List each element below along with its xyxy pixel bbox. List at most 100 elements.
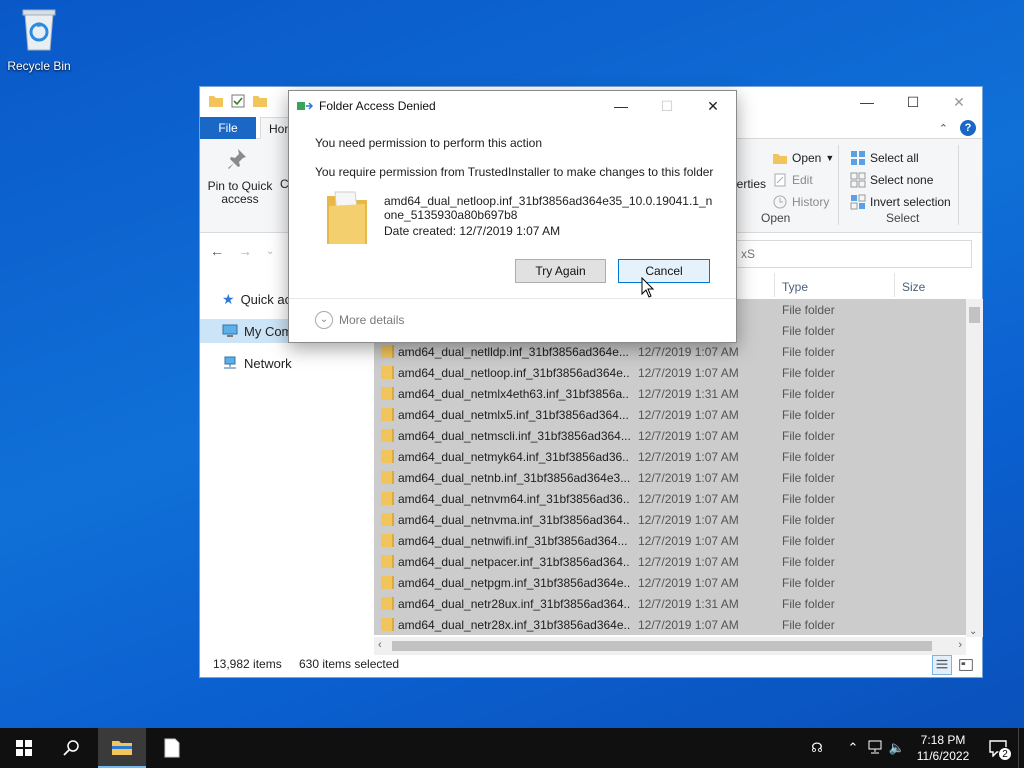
- status-bar: 13,982 items 630 items selected: [200, 653, 982, 677]
- table-row[interactable]: amd64_dual_netloop.inf_31bf3856ad364e...…: [374, 362, 966, 383]
- nav-item-network[interactable]: Network: [200, 351, 356, 375]
- pin-icon: [228, 149, 246, 169]
- show-hidden-icons-chevron-icon[interactable]: ⌃: [842, 740, 864, 756]
- search-icon: [63, 740, 79, 756]
- more-details-toggle[interactable]: ⌄ More details: [315, 311, 404, 329]
- collapse-ribbon-icon[interactable]: ⌃: [939, 122, 948, 135]
- taskbar-document[interactable]: [148, 728, 196, 768]
- nav-item-label: My Com: [244, 323, 293, 339]
- table-row[interactable]: amd64_dual_netnvm64.inf_31bf3856ad36... 1…: [374, 488, 966, 509]
- nav-item-label: Quick ac: [240, 291, 292, 307]
- row-type: File folder: [782, 429, 835, 443]
- search-button[interactable]: [48, 728, 96, 768]
- invert-selection-button[interactable]: Invert selection: [850, 191, 951, 213]
- row-name: amd64_dual_netmscli.inf_31bf3856ad364...: [398, 429, 630, 443]
- row-date: 12/7/2019 1:07 AM: [638, 345, 739, 359]
- notification-badge: 2: [998, 747, 1012, 761]
- people-icon[interactable]: ☊: [806, 740, 828, 756]
- row-name: amd64_dual_netmlx5.inf_31bf3856ad364...: [398, 408, 629, 422]
- clock-date: 11/6/2022: [916, 749, 970, 763]
- row-name: amd64_dual_netr28x.inf_31bf3856ad364e...: [398, 618, 630, 632]
- search-input[interactable]: xS: [736, 240, 972, 268]
- open-folder-icon: [773, 154, 787, 164]
- vertical-scrollbar[interactable]: ⌄: [966, 299, 983, 637]
- row-date: 12/7/2019 1:07 AM: [638, 471, 739, 485]
- help-icon[interactable]: ?: [960, 120, 976, 136]
- volume-icon[interactable]: 🔈: [886, 740, 908, 756]
- table-row[interactable]: amd64_dual_netnb.inf_31bf3856ad364e3... 1…: [374, 467, 966, 488]
- row-type: File folder: [782, 618, 835, 632]
- action-center-button[interactable]: 2: [978, 728, 1018, 768]
- table-row[interactable]: amd64_dual_netr28x.inf_31bf3856ad364e...…: [374, 614, 966, 635]
- open-group: Open ▼ Edit History: [772, 147, 834, 213]
- show-desktop-button[interactable]: [1018, 728, 1024, 768]
- taskbar-file-explorer[interactable]: [98, 728, 146, 768]
- row-date: 12/7/2019 1:07 AM: [638, 555, 739, 569]
- dialog-close-button[interactable]: ✕: [690, 91, 736, 121]
- row-date: 12/7/2019 1:07 AM: [638, 366, 739, 380]
- scroll-down-arrow-icon[interactable]: ⌄: [969, 626, 977, 637]
- edit-button[interactable]: Edit: [772, 169, 834, 191]
- row-type: File folder: [782, 387, 835, 401]
- scroll-left-arrow-icon[interactable]: ‹: [378, 639, 382, 651]
- try-again-button[interactable]: Try Again: [515, 259, 606, 283]
- chevron-down-icon: ⌄: [315, 311, 333, 329]
- table-row[interactable]: amd64_dual_netmscli.inf_31bf3856ad364...…: [374, 425, 966, 446]
- row-name: amd64_dual_netr28ux.inf_31bf3856ad364...: [398, 597, 630, 611]
- dialog-window-controls: — ☐ ✕: [598, 91, 736, 121]
- back-arrow-icon[interactable]: ←: [210, 243, 224, 261]
- tab-file[interactable]: File: [200, 117, 256, 139]
- more-details-label: More details: [339, 313, 405, 327]
- dialog-message-secondary: You require permission from TrustedInsta…: [315, 165, 714, 179]
- select-none-button[interactable]: Select none: [850, 169, 951, 191]
- select-group-label: Select: [886, 211, 920, 225]
- row-type: File folder: [782, 450, 835, 464]
- table-row[interactable]: amd64_dual_netpacer.inf_31bf3856ad364...…: [374, 551, 966, 572]
- dialog-separator: [289, 298, 736, 299]
- recycle-bin-shortcut[interactable]: Recycle Bin: [6, 6, 72, 73]
- details-view-icon[interactable]: [932, 655, 952, 675]
- table-row[interactable]: amd64_dual_netnwifi.inf_31bf3856ad364...…: [374, 530, 966, 551]
- selected-count: 630 items selected: [299, 657, 400, 671]
- select-none-label: Select none: [870, 173, 934, 187]
- scroll-right-arrow-icon[interactable]: ›: [958, 639, 962, 651]
- explorer-minimize-button[interactable]: —: [844, 87, 890, 117]
- properties-check-icon[interactable]: [230, 93, 246, 109]
- open-button[interactable]: Open ▼: [772, 147, 834, 169]
- row-name: amd64_dual_netlldp.inf_31bf3856ad364e...: [398, 345, 629, 359]
- navigation-arrows: ← → ⌄: [210, 243, 274, 261]
- taskbar-clock[interactable]: 7:18 PM 11/6/2022: [908, 732, 978, 764]
- network-status-icon[interactable]: [864, 740, 886, 757]
- select-all-button[interactable]: Select all: [850, 147, 951, 169]
- folder-icon: [381, 618, 394, 631]
- row-date: 12/7/2019 1:31 AM: [638, 597, 739, 611]
- cancel-button[interactable]: Cancel: [618, 259, 710, 283]
- table-row[interactable]: amd64_dual_netlldp.inf_31bf3856ad364e...…: [374, 341, 966, 362]
- table-row[interactable]: amd64_dual_netmlx4eth63.inf_31bf3856a...…: [374, 383, 966, 404]
- pin-to-quick-access-button[interactable]: Pin to Quick access: [204, 147, 276, 206]
- table-row[interactable]: amd64_dual_netpgm.inf_31bf3856ad364e... 1…: [374, 572, 966, 593]
- table-row[interactable]: amd64_dual_netr28ux.inf_31bf3856ad364...…: [374, 593, 966, 614]
- file-rows: File folder File folder amd64_dual_netlldp…: [374, 299, 966, 635]
- item-count: 13,982 items: [213, 657, 282, 671]
- explorer-close-button[interactable]: ✕: [936, 87, 982, 117]
- table-row[interactable]: amd64_dual_netmlx5.inf_31bf3856ad364... 1…: [374, 404, 966, 425]
- recent-locations-chevron-icon[interactable]: ⌄: [266, 243, 274, 261]
- horizontal-scroll-thumb[interactable]: [392, 641, 932, 651]
- history-button[interactable]: History: [772, 191, 834, 213]
- column-header-size[interactable]: Size: [902, 280, 925, 294]
- computer-icon: [222, 324, 238, 337]
- column-header-type[interactable]: Type: [782, 280, 808, 294]
- column-divider: [894, 273, 895, 297]
- table-row[interactable]: amd64_dual_netmyk64.inf_31bf3856ad36... 1…: [374, 446, 966, 467]
- new-folder-icon[interactable]: [252, 93, 268, 109]
- network-icon: [224, 356, 236, 369]
- dialog-minimize-button[interactable]: —: [598, 91, 644, 121]
- large-icons-view-icon[interactable]: [956, 655, 976, 675]
- start-button[interactable]: [0, 728, 48, 768]
- table-row[interactable]: amd64_dual_netnvma.inf_31bf3856ad364... 1…: [374, 509, 966, 530]
- folder-icon: [381, 576, 394, 589]
- explorer-maximize-button[interactable]: ☐: [890, 87, 936, 117]
- forward-arrow-icon[interactable]: →: [238, 243, 252, 261]
- vertical-scroll-thumb[interactable]: [969, 307, 980, 323]
